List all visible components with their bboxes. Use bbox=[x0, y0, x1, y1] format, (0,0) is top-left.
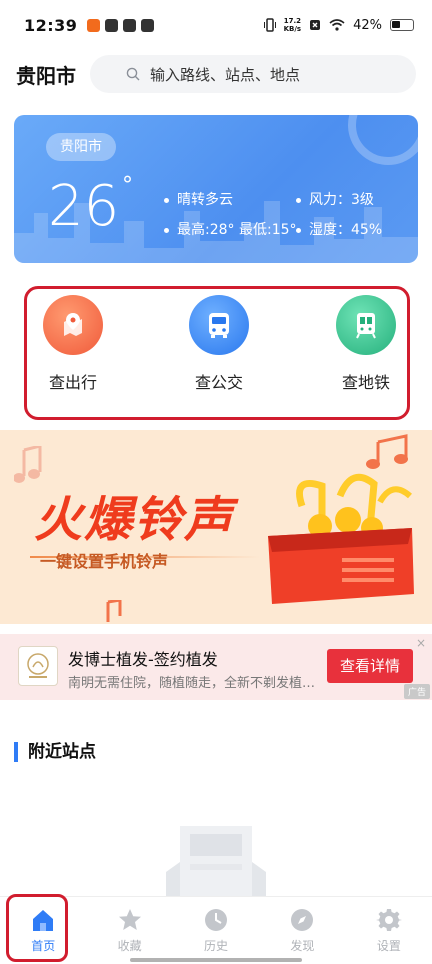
empty-state-illustration bbox=[166, 826, 266, 896]
home-indicator[interactable] bbox=[130, 958, 302, 962]
status-bar: 12:39 17.2 KB/s 42% bbox=[0, 0, 432, 50]
map-pin-icon bbox=[43, 295, 103, 355]
search-input[interactable]: 输入路线、站点、地点 bbox=[90, 55, 416, 93]
nearby-section-title: 附近站点 bbox=[14, 742, 96, 762]
header: 贵阳市 输入路线、站点、地点 bbox=[0, 52, 432, 96]
clock-icon bbox=[205, 909, 228, 931]
banner-subtitle: 一键设置手机铃声 bbox=[40, 552, 169, 571]
nav-favorites[interactable]: 收藏 bbox=[86, 897, 172, 964]
nav-discover[interactable]: 发现 bbox=[259, 897, 345, 964]
view-details-button[interactable]: 查看详情 bbox=[327, 649, 413, 683]
gear-icon bbox=[375, 909, 402, 931]
quick-action-bus[interactable]: 查公交 bbox=[173, 295, 265, 393]
status-right: 17.2 KB/s 42% bbox=[263, 17, 414, 33]
search-placeholder: 输入路线、站点、地点 bbox=[150, 65, 301, 84]
close-icon[interactable]: × bbox=[416, 636, 426, 650]
temperature-degree: ° bbox=[122, 173, 133, 198]
banner-title: 火爆铃声 bbox=[34, 492, 235, 548]
vibrate-icon bbox=[263, 18, 276, 32]
nav-label: 收藏 bbox=[117, 939, 142, 953]
bus-icon bbox=[189, 295, 249, 355]
ringtone-banner[interactable]: 火爆铃声 一键设置手机铃声 bbox=[0, 430, 432, 624]
weather-condition: 晴转多云 bbox=[164, 189, 233, 209]
weather-city-tag: 贵阳市 bbox=[46, 133, 116, 161]
weather-humidity: 湿度：45% bbox=[296, 219, 382, 239]
nav-history[interactable]: 历史 bbox=[173, 897, 259, 964]
app-notification-icon bbox=[141, 18, 155, 32]
quick-action-label: 查出行 bbox=[48, 373, 97, 392]
ad-title: 发博士植发-签约植发 bbox=[68, 650, 218, 669]
ad-label: 广告 bbox=[403, 684, 430, 699]
star-icon bbox=[118, 909, 141, 930]
search-icon bbox=[126, 67, 140, 81]
ad-logo bbox=[18, 646, 58, 686]
compass-icon bbox=[291, 909, 314, 931]
quick-action-label: 查地铁 bbox=[341, 373, 390, 392]
nav-home-highlight bbox=[6, 894, 68, 962]
quick-actions: 查出行 查公交 查地铁 bbox=[24, 286, 410, 420]
music-note-icon bbox=[366, 434, 408, 469]
status-time: 12:39 bbox=[24, 15, 78, 35]
quick-action-trip[interactable]: 查出行 bbox=[27, 295, 119, 393]
weather-high-low: 最高:28° 最低:15° bbox=[164, 219, 297, 239]
app-notification-icon bbox=[123, 18, 137, 32]
net-speed: 17.2 KB/s bbox=[284, 17, 301, 33]
wifi-icon bbox=[329, 19, 345, 31]
nav-label: 历史 bbox=[204, 939, 229, 953]
net-speed-value: 17.2 bbox=[283, 17, 301, 25]
gift-box-illustration bbox=[268, 473, 414, 604]
weather-card[interactable]: 贵阳市 26 ° 晴转多云 最高:28° 最低:15° 风力：3级 湿度：45% bbox=[14, 115, 418, 263]
ad-description: 南明无需住院，随植随走，全新不剃发植… bbox=[68, 676, 316, 691]
battery-icon bbox=[390, 19, 414, 31]
decorative-ring bbox=[348, 115, 418, 165]
nav-settings[interactable]: 设置 bbox=[346, 897, 432, 964]
app-notification-icon bbox=[87, 18, 101, 32]
metro-icon bbox=[336, 295, 396, 355]
sim-icon bbox=[310, 20, 321, 30]
temperature-value: 26 bbox=[48, 174, 120, 239]
battery-percent: 42% bbox=[353, 17, 382, 33]
tiktok-icon bbox=[105, 18, 119, 32]
quick-action-metro[interactable]: 查地铁 bbox=[320, 295, 412, 393]
net-speed-unit: KB/s bbox=[283, 25, 302, 33]
weather-wind: 风力：3级 bbox=[296, 189, 374, 209]
notification-icons bbox=[87, 18, 155, 32]
nav-label: 设置 bbox=[376, 939, 401, 953]
city-selector[interactable]: 贵阳市 bbox=[16, 60, 76, 89]
quick-action-label: 查公交 bbox=[194, 373, 243, 392]
music-note-icon bbox=[106, 600, 122, 622]
ad-card[interactable]: 发博士植发-签约植发 南明无需住院，随植随走，全新不剃发植… 查看详情 × 广告 bbox=[0, 634, 432, 700]
nav-label: 发现 bbox=[290, 939, 315, 953]
